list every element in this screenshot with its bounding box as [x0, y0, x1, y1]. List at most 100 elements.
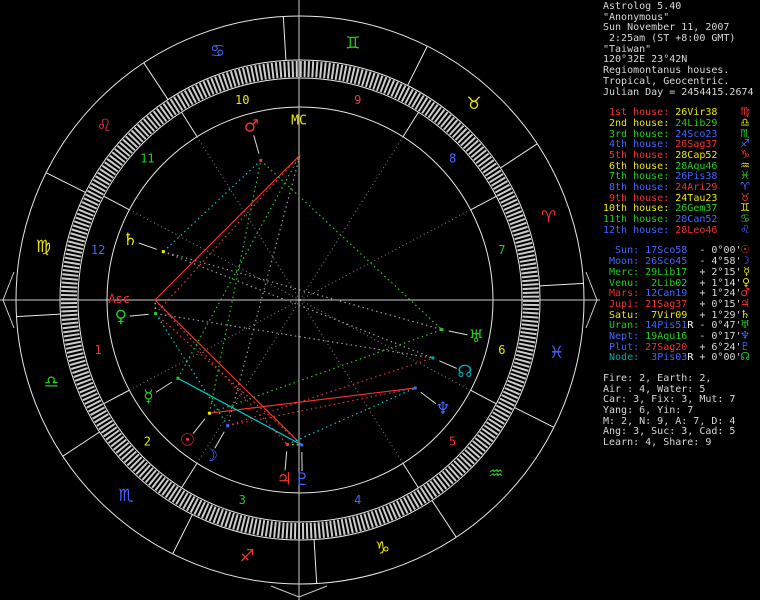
daily-motion-value: + 0°00'	[693, 352, 742, 364]
house-cusp-list: 1st house: 26Vir38 ♍ 2nd house: 24Lib29 ♎ …	[603, 106, 758, 237]
house-number-10: 10	[235, 93, 249, 107]
house-cusp-value: 28Aqu46	[675, 160, 718, 172]
mars-degree-dot	[259, 158, 263, 162]
mars-icon: ♂	[244, 117, 259, 137]
house-label: 12th house:	[603, 224, 670, 236]
sign-boundary-spoke	[313, 539, 318, 584]
pisces-icon: ♓	[549, 343, 564, 363]
uranus-icon: ♅	[469, 327, 484, 347]
sagittarius-icon: ♐	[240, 547, 255, 567]
house-cusp-value: 26Gem37	[675, 203, 718, 215]
house-cusp-value: 24Ari29	[675, 182, 718, 193]
aspect-line-sun-mars	[208, 160, 262, 414]
saturn-icon: ♄	[123, 230, 138, 250]
planet-position-row: Node: 3Pis03R + 0°00' ☊	[603, 351, 758, 364]
house-cusp-line	[196, 299, 301, 464]
sun-degree-dot	[207, 411, 211, 415]
venu-pointer-line	[129, 313, 149, 317]
sun-icon: ☉	[180, 431, 195, 451]
house-number-5: 5	[449, 434, 456, 448]
house-number-7: 7	[498, 243, 505, 257]
aspect-line-asc-plut	[154, 299, 303, 446]
house-cusp-row: 12th house: 28Leo46 ♌	[603, 224, 758, 237]
sign-boundary-spoke	[539, 282, 584, 287]
house-cusp-spoke	[470, 195, 497, 211]
house-number-12: 12	[91, 243, 105, 257]
planet-label: Plut:	[603, 341, 640, 353]
aspect-line-jupi-nept	[287, 387, 416, 445]
node-pointer-line	[439, 360, 457, 369]
chart-wheel[interactable]: ☉☽☿♀♂♃♄♅♆♇☊123 456789101112♈♉♊♋♌♍♎♏♐ ♑♒♓MC…	[0, 0, 600, 600]
house-number-11: 11	[140, 152, 154, 166]
planet-label: Uran:	[603, 320, 640, 332]
house-cusp-value: 26Sag37	[675, 139, 718, 151]
mc-label: MC	[291, 114, 307, 129]
aspect-line-mars-satu	[162, 159, 262, 253]
taurus-icon: ♉	[466, 94, 481, 114]
aspect-line-sun-nept	[209, 387, 416, 414]
house-cusp-value: 28Leo46	[675, 224, 718, 236]
aspect-line-jupi-plut	[287, 443, 302, 446]
house-label: 1st house:	[603, 107, 670, 119]
zodiac-mode: Tropical, Geocentric.	[603, 75, 730, 87]
planet-label: Venu:	[603, 277, 640, 289]
house-number-8: 8	[449, 152, 456, 166]
sign-boundary-spoke	[500, 143, 538, 169]
libra-icon: ♎	[44, 373, 59, 393]
sign-boundary-spoke	[282, 16, 287, 61]
planet-position-value: 14Pis51	[645, 320, 688, 332]
pluto-icon: ♇	[295, 470, 310, 490]
house-cusp-line	[299, 209, 471, 301]
house-cusp-line	[299, 299, 404, 464]
house-label: 8th house:	[603, 182, 670, 193]
aspect-line-asc-jupi	[154, 299, 288, 445]
jupi-degree-dot	[285, 442, 289, 446]
house-cusp-spoke	[402, 462, 419, 489]
jupiter-icon: ♃	[277, 469, 292, 489]
plut-degree-dot	[300, 443, 304, 447]
aspect-line-satu-uran	[163, 251, 443, 331]
house-cusp-spoke	[470, 389, 497, 405]
house-label: 11th house:	[603, 214, 670, 226]
scorpio-icon: ♏	[118, 486, 133, 506]
house-cusp-spoke	[103, 389, 130, 405]
venus-icon: ♀	[115, 307, 127, 327]
nept-degree-dot	[413, 386, 417, 390]
planet-position-value: 29Lib17	[645, 266, 688, 278]
node-degree-dot	[431, 356, 435, 360]
cancer-icon: ♋	[210, 41, 225, 61]
daily-motion-value: - 0°00'	[693, 245, 742, 257]
daily-motion-value: + 2°15'	[693, 266, 742, 278]
house-number-3: 3	[239, 493, 246, 507]
aspect-line-sun-uran	[209, 329, 443, 414]
chart-info-header: Astrolog 5.40 "Anonymous" Sun November 1…	[603, 1, 758, 98]
house-number-6: 6	[498, 343, 505, 357]
aspect-line-moon-mc	[227, 154, 301, 426]
aspect-line-venu-asc	[154, 299, 157, 314]
house-label: 7th house:	[603, 171, 670, 183]
house-label: 4th house:	[603, 139, 670, 151]
planet-label: Merc:	[603, 266, 640, 278]
mars-pointer-line	[253, 135, 260, 154]
planet-label: Moon:	[603, 256, 640, 268]
house-label: 5th house:	[603, 149, 670, 161]
daily-motion-value: + 1°29'	[693, 309, 742, 321]
capricorn-icon: ♑	[375, 539, 390, 559]
aries-icon: ♈	[541, 207, 556, 227]
satu-pointer-line	[138, 242, 157, 250]
virgo-icon: ♍	[36, 237, 51, 257]
house-cusp-spoke	[181, 111, 198, 138]
merc-degree-dot	[176, 376, 180, 380]
info-panel: Astrolog 5.40 "Anonymous" Sun November 1…	[603, 1, 758, 459]
aspect-line-merc-mc	[177, 154, 301, 379]
planet-position-value: 12Can19	[645, 288, 688, 300]
satu-degree-dot	[161, 250, 165, 254]
daily-motion-value: + 1°24'	[693, 288, 742, 300]
planet-label: Satu:	[603, 309, 640, 321]
jupi-pointer-line	[284, 451, 288, 471]
house-cusp-value: 24Tau23	[675, 192, 718, 204]
house-number-4: 4	[354, 493, 361, 507]
planet-label: Jupi:	[603, 298, 640, 310]
planet-label: Node:	[603, 352, 640, 364]
planet-position-value: 2Lib02	[645, 277, 688, 289]
